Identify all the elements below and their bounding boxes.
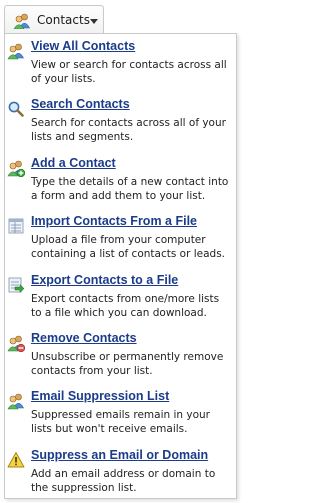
import-file-icon — [7, 217, 25, 235]
suppression-list-icon — [7, 392, 25, 410]
menu-item-description: Upload a file from your computer contain… — [31, 234, 226, 260]
menu-item-description: Unsubscribe or permanently remove contac… — [31, 351, 224, 377]
menu-item-description: Type the details of a new contact into a… — [31, 176, 229, 202]
menu-item-title[interactable]: Add a Contact — [31, 156, 116, 170]
menu-item-title[interactable]: Import Contacts From a File — [31, 214, 197, 228]
menu-item-description: View or search for contacts across all o… — [31, 59, 227, 85]
menu-item-description: Suppressed emails remain in your lists b… — [31, 409, 211, 435]
add-contact-icon — [7, 159, 26, 178]
menu-item-title[interactable]: Remove Contacts — [31, 331, 137, 345]
export-file-icon — [7, 276, 25, 294]
contacts-group-icon — [13, 13, 31, 30]
menu-item-description: Search for contacts across all of your l… — [31, 117, 226, 143]
menu-item-description: Add an email address or domain to the su… — [31, 468, 216, 494]
menu-item-title[interactable]: Export Contacts to a File — [31, 273, 178, 287]
menu-item-description: Export contacts from one/more lists to a… — [31, 293, 220, 319]
menu-item-title[interactable]: View All Contacts — [31, 39, 135, 53]
page: Contacts View All Contacts View or searc… — [0, 0, 241, 503]
remove-contact-icon — [7, 334, 26, 353]
chevron-down-icon — [90, 19, 98, 24]
magnifier-icon — [7, 100, 25, 118]
menu-item-title[interactable]: Search Contacts — [31, 97, 130, 111]
contacts-dropdown-menu: View All Contacts View or search for con… — [4, 33, 237, 499]
menu-item-title[interactable]: Suppress an Email or Domain — [31, 448, 208, 462]
contacts-group-icon — [7, 42, 25, 60]
toolbar: Contacts — [0, 0, 241, 36]
contacts-menu-button[interactable]: Contacts — [4, 5, 104, 34]
menu-item-title[interactable]: Email Suppression List — [31, 389, 169, 403]
contacts-button-label: Contacts — [37, 13, 90, 27]
warning-icon — [7, 451, 25, 469]
